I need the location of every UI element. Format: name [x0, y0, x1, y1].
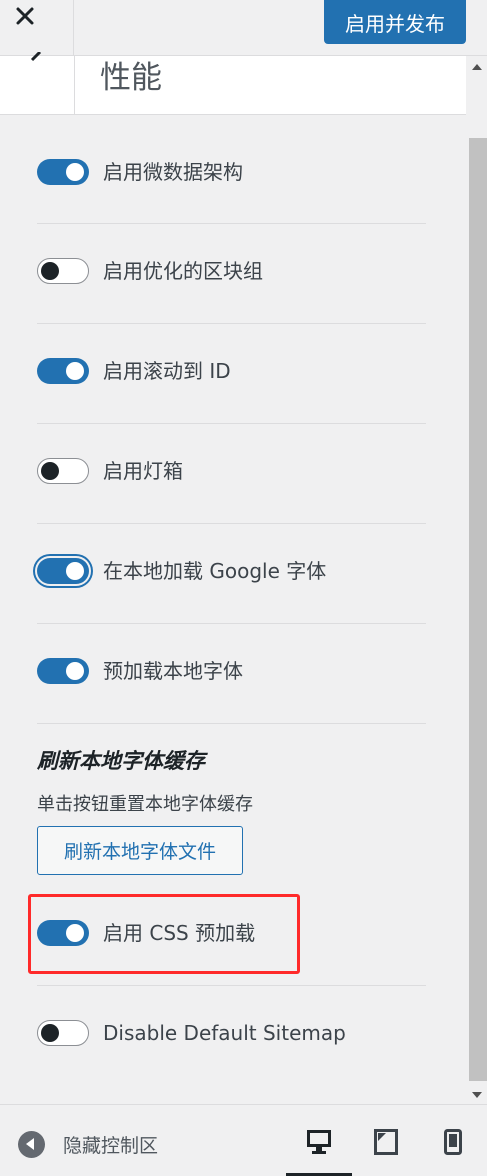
mobile-icon [444, 1129, 462, 1155]
toggle-knob [66, 362, 84, 380]
setting-row: Disable Default Sitemap [37, 986, 426, 1086]
highlight-annotation [28, 894, 300, 974]
tablet-icon [374, 1129, 398, 1155]
section-header: 性能 [0, 52, 466, 115]
close-button[interactable] [0, 0, 74, 56]
scrollbar-thumb[interactable] [469, 138, 487, 1081]
desktop-preview-button[interactable] [286, 1105, 352, 1176]
setting-label[interactable]: 启用微数据架构 [103, 159, 243, 185]
collapse-label: 隐藏控制区 [63, 1134, 159, 1157]
setting-label[interactable]: 启用滚动到 ID [103, 358, 231, 384]
setting-label[interactable]: 预加载本地字体 [103, 658, 243, 684]
toggle-knob [41, 462, 59, 480]
publish-button[interactable]: 启用并发布 [324, 0, 466, 44]
toggle-switch[interactable] [37, 658, 89, 684]
toggle-switch[interactable] [37, 258, 89, 284]
toggle-switch[interactable] [37, 458, 89, 484]
setting-row: 在本地加载 Google 字体 [37, 524, 426, 624]
footer-bar: 隐藏控制区 [0, 1104, 487, 1176]
mobile-preview-button[interactable] [420, 1105, 486, 1176]
toggle-knob [66, 562, 84, 580]
desktop-icon [307, 1130, 331, 1154]
toggle-knob [41, 262, 59, 280]
setting-row: 启用微数据架构 [37, 124, 426, 224]
close-icon [16, 7, 33, 25]
cache-section-description: 单击按钮重置本地字体缓存 [37, 794, 253, 815]
cache-section-title: 刷新本地字体缓存 [37, 749, 205, 773]
setting-label[interactable]: 在本地加载 Google 字体 [103, 558, 326, 584]
back-button[interactable] [0, 52, 75, 115]
section-title: 性能 [100, 60, 162, 96]
setting-label[interactable]: 启用优化的区块组 [103, 258, 263, 284]
top-bar: 启用并发布 [0, 0, 487, 56]
toggle-switch[interactable] [37, 558, 89, 584]
setting-row: 启用灯箱 [37, 424, 426, 524]
setting-row: 预加载本地字体 [37, 624, 426, 724]
toggle-knob [41, 1024, 59, 1042]
toggle-knob [66, 662, 84, 680]
chevron-left-icon [30, 52, 42, 62]
refresh-fonts-button[interactable]: 刷新本地字体文件 [37, 826, 243, 875]
setting-label[interactable]: 启用灯箱 [103, 458, 183, 484]
collapse-arrow-icon [18, 1130, 45, 1158]
customizer-panel: 启用并发布 性能 启用微数据架构 启用优化的区块组 启用滚动到 ID 启用灯箱 … [0, 0, 487, 1176]
scroll-down-arrow[interactable] [472, 1092, 482, 1098]
toggle-knob [66, 163, 84, 181]
tablet-preview-button[interactable] [353, 1105, 419, 1176]
scroll-up-arrow[interactable] [472, 64, 482, 70]
setting-label[interactable]: Disable Default Sitemap [103, 1020, 346, 1046]
toggle-switch[interactable] [37, 358, 89, 384]
setting-row: 启用滚动到 ID [37, 324, 426, 424]
toggle-switch[interactable] [37, 1020, 89, 1046]
setting-row: 启用优化的区块组 [37, 224, 426, 324]
toggle-switch[interactable] [37, 159, 89, 185]
collapse-sidebar-button[interactable]: 隐藏控制区 [18, 1129, 158, 1159]
